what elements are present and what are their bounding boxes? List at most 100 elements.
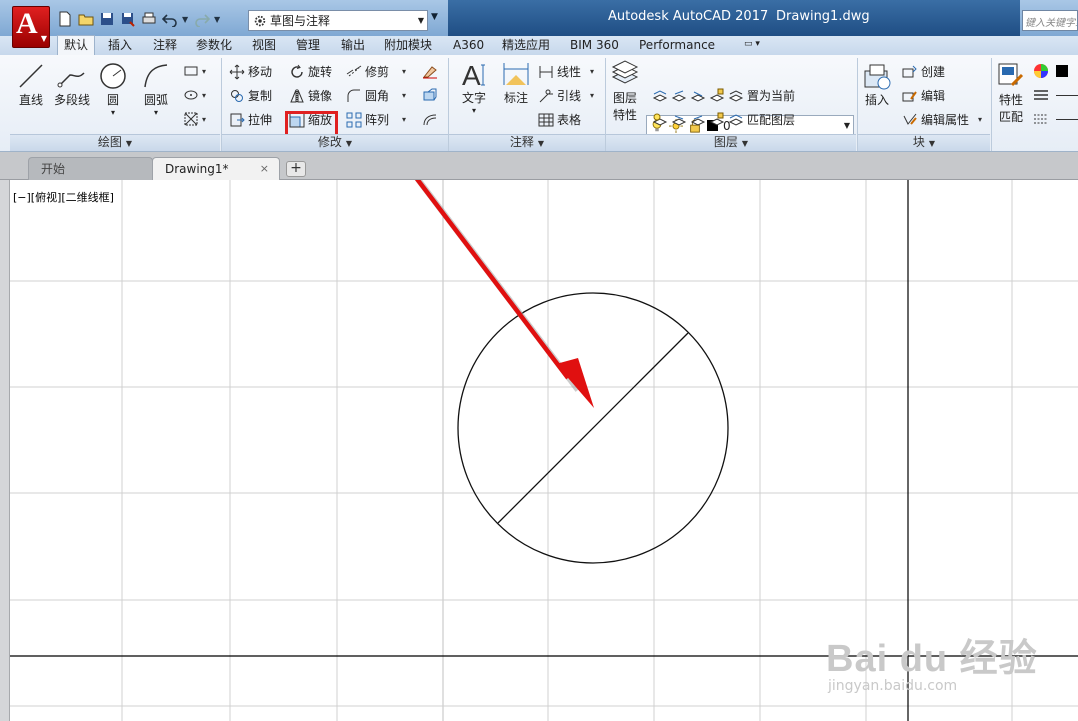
layer-freeze-icon[interactable] xyxy=(671,88,687,104)
ribbon-minimize-icon[interactable]: ▭ ▾ xyxy=(744,39,768,51)
explode-button[interactable] xyxy=(422,87,438,103)
modify-panel-title[interactable]: 修改 ▼ xyxy=(222,134,448,151)
tab-default[interactable]: 默认 xyxy=(57,35,96,55)
autocad-logo: A xyxy=(16,7,38,40)
new-file-icon[interactable] xyxy=(56,10,74,28)
tab-parametric[interactable]: 参数化 xyxy=(196,36,232,55)
linear-dimension-button[interactable]: 线性 ▾ xyxy=(538,63,594,80)
fillet-icon xyxy=(347,89,360,102)
layer-lock-icon[interactable] xyxy=(709,88,725,104)
search-input[interactable]: 键入关键字或短语 xyxy=(1022,10,1078,31)
layer-unlock-icon[interactable] xyxy=(709,112,725,128)
annotation-panel-title[interactable]: 注释 ▼ xyxy=(449,134,605,151)
move-button[interactable]: 移动 xyxy=(229,63,272,80)
create-block-button[interactable]: 创建 xyxy=(902,63,945,80)
tab-performance[interactable]: Performance xyxy=(639,36,715,55)
fillet-button[interactable]: 圆角 ▾ xyxy=(346,87,406,104)
drawing-objects[interactable] xyxy=(457,292,729,564)
chevron-down-icon: ▾ xyxy=(110,108,115,117)
block-panel-title[interactable]: 块 ▼ xyxy=(858,134,990,151)
circle-button[interactable]: 圆 ▾ xyxy=(98,61,128,117)
offset-button[interactable] xyxy=(422,111,438,127)
layer-on-icon[interactable] xyxy=(690,112,706,128)
close-icon[interactable]: × xyxy=(260,158,269,180)
mirror-button[interactable]: 镜像 xyxy=(289,87,332,104)
tab-manage[interactable]: 管理 xyxy=(296,36,320,55)
move-icon xyxy=(229,64,245,79)
chevron-down-icon: ▼ xyxy=(417,16,424,25)
layer-unisolate-icon[interactable] xyxy=(652,112,668,128)
tab-bim360[interactable]: BIM 360 xyxy=(570,36,619,55)
insert-block-button[interactable]: 插入 xyxy=(862,61,892,108)
leader-button[interactable]: 引线 ▾ xyxy=(538,87,594,104)
save-icon[interactable] xyxy=(98,10,116,28)
color-wheel-button[interactable] xyxy=(1033,63,1068,79)
save-as-icon[interactable] xyxy=(119,10,137,28)
canvas-left-edge xyxy=(0,180,10,721)
polyline-button[interactable]: 多段线 xyxy=(54,61,90,108)
layer-isolate-icon[interactable] xyxy=(652,88,668,104)
qat-customize-icon[interactable]: ▼ xyxy=(431,12,438,22)
tab-annotate[interactable]: 注释 xyxy=(153,36,177,55)
application-menu-button[interactable]: A ▼ xyxy=(12,6,50,48)
edit-block-button[interactable]: 编辑 xyxy=(902,87,945,104)
svg-text:A: A xyxy=(462,60,481,89)
match-layer-icon xyxy=(728,113,744,126)
undo-icon[interactable] xyxy=(161,10,179,28)
chevron-down-icon: ▼ xyxy=(843,121,850,130)
copy-icon xyxy=(231,89,243,102)
hatch-button[interactable]: ▾ xyxy=(183,87,206,103)
workspace-selector[interactable]: 草图与注释 ▼ xyxy=(248,10,428,31)
stretch-button[interactable]: 拉伸 xyxy=(229,111,272,128)
open-folder-icon[interactable] xyxy=(77,10,95,28)
lineweight-icon xyxy=(1034,90,1048,100)
array-icon xyxy=(346,112,362,127)
dimension-button[interactable]: 标注 xyxy=(501,59,531,106)
tab-view[interactable]: 视图 xyxy=(252,36,276,55)
tab-output[interactable]: 输出 xyxy=(341,36,365,55)
ellipse-icon xyxy=(184,90,198,100)
insert-block-icon xyxy=(864,64,891,90)
rotate-button[interactable]: 旋转 xyxy=(289,63,332,80)
match-properties-button[interactable]: 特性 匹配 xyxy=(996,61,1026,125)
copy-button[interactable]: 复制 xyxy=(229,87,272,104)
lineweight-button[interactable] xyxy=(1033,87,1078,103)
redo-dropdown-icon[interactable]: ▼ xyxy=(214,15,222,24)
erase-button[interactable] xyxy=(422,63,438,79)
tab-insert[interactable]: 插入 xyxy=(108,36,132,55)
arc-icon xyxy=(144,64,168,88)
rectangle-button[interactable]: ▾ xyxy=(183,63,206,79)
redo-icon[interactable] xyxy=(193,10,211,28)
tab-a360[interactable]: A360 xyxy=(453,36,484,55)
trim-icon xyxy=(346,65,362,76)
boundary-button[interactable]: ▾ xyxy=(183,111,206,127)
match-layer-button[interactable]: 匹配图层 xyxy=(747,111,795,128)
draw-panel-title[interactable]: 绘图 ▼ xyxy=(10,134,220,151)
line-button[interactable]: 直线 xyxy=(16,61,46,108)
edit-attributes-button[interactable]: 编辑属性 ▾ xyxy=(902,111,982,128)
arc-button[interactable]: 圆弧 ▾ xyxy=(141,61,171,117)
tab-addins[interactable]: 附加模块 xyxy=(384,36,432,55)
trim-button[interactable]: 修剪 ▾ xyxy=(346,63,406,80)
array-button[interactable]: 阵列 ▾ xyxy=(346,111,406,128)
viewport-controls[interactable]: [−][俯视][二维线框] xyxy=(13,189,114,205)
layers-panel-title[interactable]: 图层 ▼ xyxy=(606,134,856,151)
match-properties-icon xyxy=(998,63,1024,87)
set-current-button[interactable]: 置为当前 xyxy=(747,87,795,104)
layer-properties-button[interactable]: 图层 特性 xyxy=(610,59,640,123)
start-tab[interactable]: 开始 xyxy=(28,157,153,180)
table-button[interactable]: 表格 xyxy=(538,111,581,128)
drawing-tab[interactable]: Drawing1* × xyxy=(152,157,280,180)
create-block-icon xyxy=(902,65,917,77)
new-tab-button[interactable]: + xyxy=(286,161,306,177)
app-title: Autodesk AutoCAD 2017 xyxy=(608,9,769,24)
print-icon[interactable] xyxy=(140,10,158,28)
undo-dropdown-icon[interactable]: ▼ xyxy=(182,15,190,24)
layer-off-icon[interactable] xyxy=(690,88,706,104)
tab-featured-apps[interactable]: 精选应用 xyxy=(502,36,550,55)
layer-stack-icon xyxy=(611,60,639,84)
edit-attributes-icon xyxy=(903,113,917,125)
text-button[interactable]: A 文字 ▾ xyxy=(459,59,489,115)
layer-thaw-icon[interactable] xyxy=(671,112,687,128)
linetype-button[interactable] xyxy=(1033,111,1078,127)
